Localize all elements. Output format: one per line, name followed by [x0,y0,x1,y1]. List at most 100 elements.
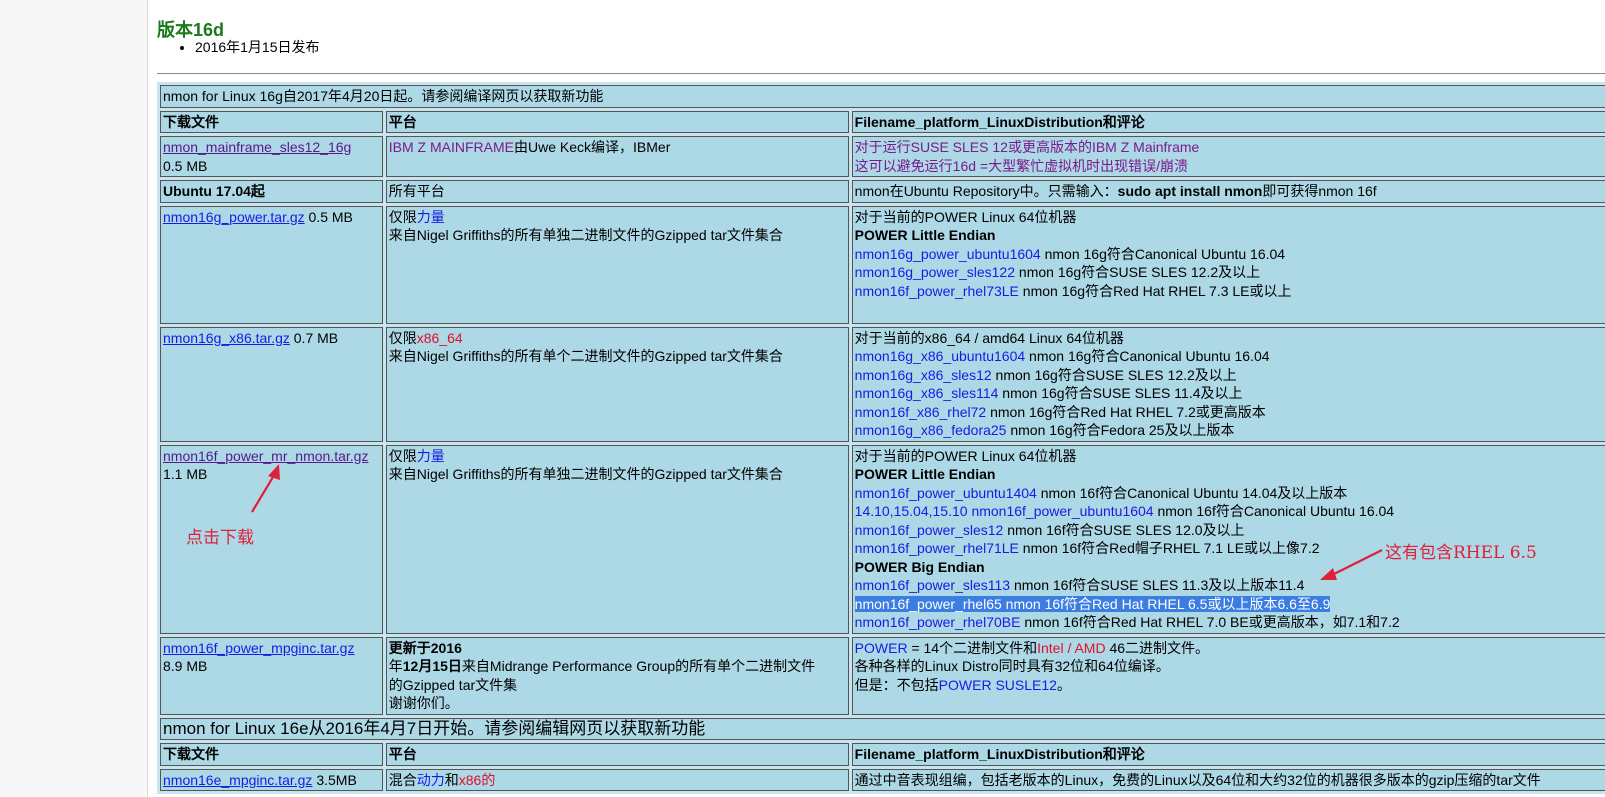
platform-desc: 来自Nigel Griffiths的所有单个二进制文件的Gzipped tar文… [388,348,783,364]
platform-text: 更新于2016 [388,639,462,656]
annotation-click-download: 点击下载 [186,528,254,548]
platform-text: 年 [388,658,403,674]
binary-link[interactable]: nmon16g_x86_sles114 [855,385,999,401]
download-link-power-16g[interactable]: nmon16g_power.tar.gz [163,209,305,225]
download-cell: Ubuntu 17.04起 [160,180,383,203]
left-sidebar [0,0,148,797]
download-link-16e-mpginc[interactable]: nmon16e_mpginc.tar.gz [163,772,312,788]
platform-cell: 所有平台 [385,180,849,203]
download-cell: nmon16g_power.tar.gz 0.5 MB [160,205,383,324]
binary-link[interactable]: nmon16f_power_rhel73LE [855,283,1019,299]
section-title-16g: nmon for Linux 16g自2017年4月20日起。请参阅编译网页以获… [160,85,1605,108]
binary-link[interactable]: nmon16g_x86_sles12 [855,367,992,383]
binary-link[interactable]: nmon16g_power_sles122 [855,264,1015,280]
intel-amd-link[interactable]: Intel / AMD [1037,640,1105,656]
platform-link-ibm-z[interactable]: IBM Z MAINFRAME [389,139,514,155]
binary-desc: nmon 16g符合Red Hat RHEL 7.3 LE或以上 [1018,282,1292,299]
section-header-row: nmon for Linux 16e从2016年4月7日开始。请参阅编辑网页以获… [160,717,1605,740]
binary-desc: nmon 16g符合Red Hat RHEL 7.2或更高版本 [986,403,1266,420]
file-size: 0.5 MB [308,208,353,225]
platform-link-power[interactable]: 动力 [417,772,445,788]
platform-link-power[interactable]: 力量 [417,209,445,225]
binary-desc: nmon 16f符合SUSE SLES 11.3及以上版本11.4 [1010,577,1305,593]
header-comments: Filename_platform_LinuxDistribution和评论 [851,743,1605,766]
download-link-power-mr[interactable]: nmon16f_power_mr_nmon.tar.gz [163,448,368,464]
section-title-16e: nmon for Linux 16e从2016年4月7日开始。请参阅编辑网页以获… [160,717,1605,740]
binary-link[interactable]: nmon16f_power_rhel71LE [855,540,1019,556]
binary-desc: nmon 16g符合SUSE SLES 12.2及以上 [991,366,1237,383]
release-date: 2016年1月15日发布 [195,37,320,57]
selected-text-rhel65[interactable]: nmon16f_power_rhel65 nmon 16f符合Red Hat R… [854,595,1331,612]
comment-text: nmon在Ubuntu Repository中。只需输入： [854,183,1118,199]
comment-text: 对于当前的POWER Linux 64位机器 [854,447,1077,464]
binary-desc: nmon 16g符合Fedora 25及以上版本 [1006,422,1235,438]
binary-link[interactable]: nmon16f_power_ubuntu1404 [855,485,1037,501]
binary-link[interactable]: nmon16g_x86_ubuntu1604 [855,348,1026,364]
platform-cell: 仅限力量 来自Nigel Griffiths的所有单独二进制文件的Gzipped… [385,444,849,634]
platform-text: 来自Midrange Performance Group的所有单个二进制文件 [461,658,816,674]
binary-link[interactable]: nmon16g_x86_fedora25 [855,422,1007,438]
binary-link[interactable]: nmon16f_power_sles113 [855,577,1010,593]
platform-link-x86[interactable]: x86_64 [417,330,463,346]
table-row: nmon16g_x86.tar.gz 0.7 MB 仅限x86_64 来自Nig… [160,326,1605,442]
file-size: 8.9 MB [163,658,208,674]
binary-desc: nmon 16f符合Canonical Ubuntu 14.04及以上版本 [1036,484,1348,501]
annotation-rhel-note: 这有包含RHEL 6.5 [1385,543,1537,563]
comment-cell: 对于运行SUSE SLES 12或更高版本的IBM Z Mainframe 这可… [851,136,1605,177]
comment-link[interactable]: 这可以避免运行16d =大型繁忙虚拟机时出现错误/崩溃 [855,158,1188,174]
apt-command: sudo apt install nmon [1117,183,1263,199]
platform-text: 仅限 [388,208,417,225]
file-size: 0.5 MB [163,157,208,174]
power-susle12-link[interactable]: POWER SUSLE12 [939,677,1057,693]
platform-date: 12月15日 [402,658,462,674]
comment-link[interactable]: 对于运行SUSE SLES 12或更高版本的IBM Z Mainframe [855,139,1200,155]
file-size: 3.5MB [312,771,357,788]
column-header-row: 下载文件 平台 Filename_platform_LinuxDistribut… [160,110,1605,133]
platform-desc: 来自Nigel Griffiths的所有单独二进制文件的Gzipped tar文… [388,466,783,482]
platform-cell: IBM Z MAINFRAME由Uwe Keck编译，IBMer [385,136,849,177]
binary-link[interactable]: 14.10,15.04,15.10 nmon16f_power_ubuntu16… [855,503,1154,519]
power-link[interactable]: POWER [855,640,908,656]
header-platform: 平台 [385,110,849,133]
platform-text: 混合 [388,771,417,788]
binary-desc: nmon 16f符合Canonical Ubuntu 16.04 [1153,503,1395,519]
table-row: nmon_mainframe_sles12_16g 0.5 MB IBM Z M… [160,136,1605,177]
download-link-x86-16g[interactable]: nmon16g_x86.tar.gz [163,330,290,346]
table-row: nmon16e_mpginc.tar.gz 3.5MB 混合动力和x86的 通过… [160,768,1605,791]
binary-link[interactable]: nmon16g_power_ubuntu1604 [855,246,1041,262]
comment-text: 但是：不包括 [854,676,939,693]
binary-desc: nmon 16f符合Red Hat RHEL 7.0 BE或更高版本，如7.1和… [1020,614,1400,630]
platform-text: 仅限 [388,447,417,464]
header-platform: 平台 [385,743,849,766]
platform-link-power[interactable]: 力量 [417,448,445,464]
endian-label: POWER Little Endian [854,466,996,482]
download-cell: nmon16g_x86.tar.gz 0.7 MB [160,326,383,442]
comment-text: 即可获得nmon 16f [1262,183,1377,199]
comment-text: 各种各样的Linux Distro同时具有32位和64位编译。 [854,658,1170,674]
comment-text: = 14个二进制文件和 [907,639,1038,656]
binary-link[interactable]: nmon16f_power_rhel70BE [855,614,1021,630]
downloads-table: nmon for Linux 16g自2017年4月20日起。请参阅编译网页以获… [157,82,1605,794]
download-cell: nmon16f_power_mpginc.tar.gz 8.9 MB [160,636,383,715]
comment-text: 对于当前的POWER Linux 64位机器 [854,208,1077,225]
binary-link[interactable]: nmon16f_power_sles12 [855,522,1004,538]
platform-text: 和 [444,771,459,788]
section-header-row: nmon for Linux 16g自2017年4月20日起。请参阅编译网页以获… [160,85,1605,108]
comment-cell: 通过中音表现组编，包括老版本的Linux，免费的Linux以及64位和大约32位… [851,768,1605,791]
download-cell: nmon_mainframe_sles12_16g 0.5 MB [160,136,383,177]
comment-cell: 对于当前的x86_64 / amd64 Linux 64位机器 nmon16g_… [851,326,1605,442]
download-cell: nmon16e_mpginc.tar.gz 3.5MB [160,768,383,791]
binary-link[interactable]: nmon16f_x86_rhel72 [855,404,987,420]
download-link-mainframe[interactable]: nmon_mainframe_sles12_16g [163,139,351,155]
platform-link-x86[interactable]: x86的 [459,772,496,788]
download-link-mpginc[interactable]: nmon16f_power_mpginc.tar.gz [163,640,354,656]
column-header-row: 下载文件 平台 Filename_platform_LinuxDistribut… [160,743,1605,766]
version-info-list: 2016年1月15日发布 [157,37,320,57]
platform-desc: 来自Nigel Griffiths的所有单独二进制文件的Gzipped tar文… [388,227,783,243]
binary-desc: nmon 16f符合SUSE SLES 12.0及以上 [1003,521,1245,538]
file-size: 0.7 MB [293,329,339,346]
binary-desc: nmon 16g符合SUSE SLES 12.2及以上 [1015,264,1261,280]
platform-cell: 更新于2016 年12月15日来自Midrange Performance Gr… [385,636,849,715]
binary-desc: nmon 16g符合Canonical Ubuntu 16.04 [1040,245,1286,262]
comment-text: 对于当前的x86_64 / amd64 Linux 64位机器 [854,329,1124,346]
